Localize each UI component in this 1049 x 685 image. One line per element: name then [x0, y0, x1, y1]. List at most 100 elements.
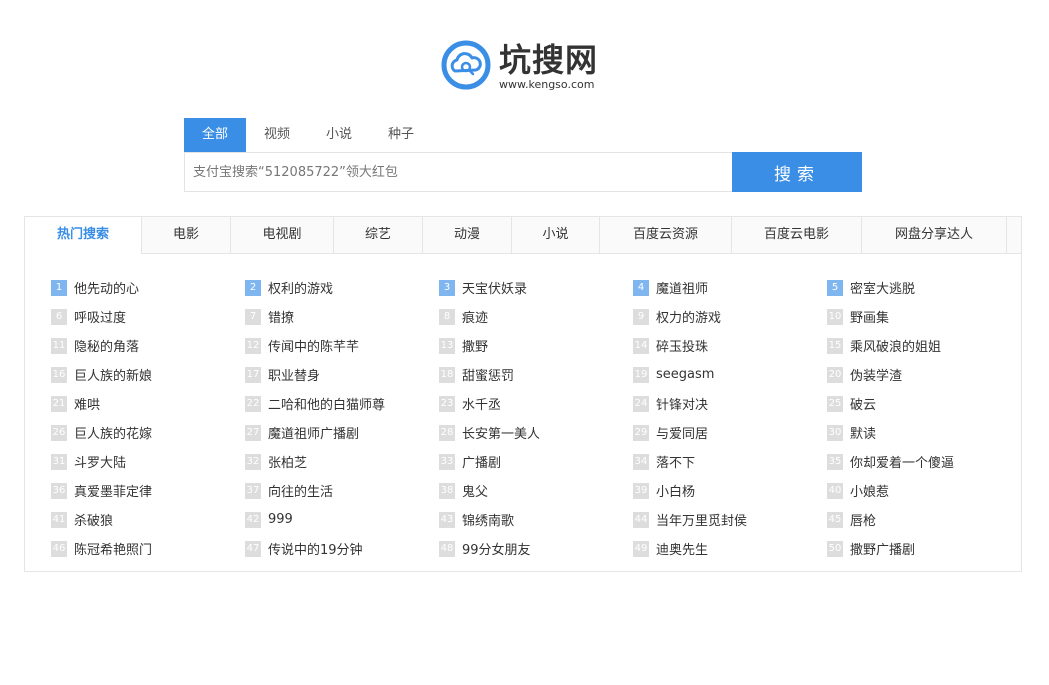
tab-variety[interactable]: 综艺: [334, 217, 423, 253]
rank-badge: 19: [633, 366, 649, 383]
tab-tv-series[interactable]: 电视剧: [231, 217, 334, 253]
hot-search-item[interactable]: 27 魔道祖师广播剧: [245, 418, 439, 447]
search-tab-video[interactable]: 视频: [246, 118, 308, 152]
tab-movie[interactable]: 电影: [142, 217, 231, 253]
hot-search-item[interactable]: 15 乘风破浪的姐姐: [827, 331, 1021, 360]
hot-search-item[interactable]: 1 他先动的心: [51, 273, 245, 302]
hot-search-item[interactable]: 25 破云: [827, 389, 1021, 418]
hot-search-item[interactable]: 16 巨人族的新娘: [51, 360, 245, 389]
search-input[interactable]: [184, 152, 732, 192]
hot-search-item[interactable]: 4 魔道祖师: [633, 273, 827, 302]
hot-search-label: 长安第一美人: [462, 427, 541, 442]
hot-search-item[interactable]: 9 权力的游戏: [633, 302, 827, 331]
rank-badge: 34: [633, 453, 649, 470]
hot-search-item[interactable]: 31 斗罗大陆: [51, 447, 245, 476]
hot-search-label: 错撩: [268, 311, 295, 326]
hot-search-item[interactable]: 43 锦绣南歌: [439, 505, 633, 534]
hot-search-item[interactable]: 40 小娘惹: [827, 476, 1021, 505]
hot-search-item[interactable]: 10 野画集: [827, 302, 1021, 331]
hot-search-item[interactable]: 29 与爱同居: [633, 418, 827, 447]
hot-search-label: 真爱墨菲定律: [74, 485, 153, 500]
hot-search-label: 针锋对决: [656, 398, 709, 413]
rank-badge: 13: [439, 337, 455, 354]
hot-search-item[interactable]: 21 难哄: [51, 389, 245, 418]
tab-baidu-cloud-resources[interactable]: 百度云资源: [600, 217, 732, 253]
rank-badge: 31: [51, 453, 67, 470]
hot-search-item[interactable]: 3 天宝伏妖录: [439, 273, 633, 302]
hot-search-item[interactable]: 18 甜蜜惩罚: [439, 360, 633, 389]
hot-search-item[interactable]: 46 陈冠希艳照门: [51, 534, 245, 563]
hot-search-item[interactable]: 12 传闻中的陈芊芊: [245, 331, 439, 360]
hot-search-label: 与爱同居: [656, 427, 709, 442]
hot-search-item[interactable]: 34 落不下: [633, 447, 827, 476]
hot-search-item[interactable]: 5 密室大逃脱: [827, 273, 1021, 302]
hot-search-item[interactable]: 35 你却爱着一个傻逼: [827, 447, 1021, 476]
hot-search-item[interactable]: 32 张柏芝: [245, 447, 439, 476]
hot-search-item[interactable]: 26 巨人族的花嫁: [51, 418, 245, 447]
hot-search-item[interactable]: 37 向往的生活: [245, 476, 439, 505]
hot-search-label: 迪奥先生: [656, 543, 709, 558]
hot-search-item[interactable]: 47 传说中的19分钟: [245, 534, 439, 563]
hot-search-label: 碎玉投珠: [656, 340, 709, 355]
hot-search-label: 鬼父: [462, 485, 489, 500]
hot-search-label: 撒野: [462, 340, 489, 355]
rank-badge: 14: [633, 337, 649, 354]
hot-search-item[interactable]: 30 默读: [827, 418, 1021, 447]
search-button[interactable]: 搜索: [732, 152, 862, 192]
rank-badge: 38: [439, 482, 455, 499]
hot-search-item[interactable]: 14 碎玉投珠: [633, 331, 827, 360]
hot-search-item[interactable]: 20 伪装学渣: [827, 360, 1021, 389]
tab-novel[interactable]: 小说: [512, 217, 600, 253]
hot-search-item[interactable]: 39 小白杨: [633, 476, 827, 505]
rank-badge: 10: [827, 308, 843, 325]
hot-search-item[interactable]: 44 当年万里觅封侯: [633, 505, 827, 534]
hot-search-item[interactable]: 41 杀破狼: [51, 505, 245, 534]
tab-baidu-cloud-movies[interactable]: 百度云电影: [732, 217, 862, 253]
hot-search-item[interactable]: 6 呼吸过度: [51, 302, 245, 331]
hot-search-item[interactable]: 7 错撩: [245, 302, 439, 331]
rank-badge: 50: [827, 540, 843, 557]
hot-search-item[interactable]: 36 真爱墨菲定律: [51, 476, 245, 505]
hot-search-item[interactable]: 17 职业替身: [245, 360, 439, 389]
rank-badge: 33: [439, 453, 455, 470]
rank-badge: 42: [245, 511, 261, 528]
tab-anime[interactable]: 动漫: [423, 217, 512, 253]
search-tab-novel[interactable]: 小说: [308, 118, 370, 152]
hot-search-item[interactable]: 45 唇枪: [827, 505, 1021, 534]
tab-hot-search[interactable]: 热门搜索: [25, 217, 142, 254]
hot-search-label: 水千丞: [462, 398, 502, 413]
hot-search-label: 伪装学渣: [850, 369, 903, 384]
hot-search-label: 默读: [850, 427, 877, 442]
hot-search-item[interactable]: 13 撒野: [439, 331, 633, 360]
hot-search-item[interactable]: 23 水千丞: [439, 389, 633, 418]
hot-search-item[interactable]: 33 广播剧: [439, 447, 633, 476]
hot-search-item[interactable]: 48 99分女朋友: [439, 534, 633, 563]
hot-search-item[interactable]: 22 二哈和他的白猫师尊: [245, 389, 439, 418]
hot-search-item[interactable]: 24 针锋对决: [633, 389, 827, 418]
hot-search-label: 传说中的19分钟: [268, 543, 363, 558]
hot-search-label: 杀破狼: [74, 514, 114, 529]
hot-search-item[interactable]: 50 撒野广播剧: [827, 534, 1021, 563]
rank-badge: 30: [827, 424, 843, 441]
hot-search-item[interactable]: 19 seegasm: [633, 360, 827, 389]
search-tab-torrent[interactable]: 种子: [370, 118, 432, 152]
hot-search-label: 巨人族的花嫁: [74, 427, 153, 442]
hot-search-label: 职业替身: [268, 369, 321, 384]
hot-search-label: 乘风破浪的姐姐: [850, 340, 942, 355]
hot-search-item[interactable]: 2 权利的游戏: [245, 273, 439, 302]
site-logo[interactable]: 坑搜网 www.kengso.com: [441, 40, 598, 98]
search-box: 搜索: [184, 152, 862, 192]
hot-search-label: 天宝伏妖录: [462, 282, 528, 297]
hot-search-label: 痕迹: [462, 311, 489, 326]
hot-search-item[interactable]: 49 迪奥先生: [633, 534, 827, 563]
hot-search-item[interactable]: 28 长安第一美人: [439, 418, 633, 447]
hot-search-item[interactable]: 38 鬼父: [439, 476, 633, 505]
rank-badge: 16: [51, 366, 67, 383]
hot-search-item[interactable]: 42 999: [245, 505, 439, 534]
tab-netdisk-sharers[interactable]: 网盘分享达人: [862, 217, 1007, 253]
search-tab-all[interactable]: 全部: [184, 118, 247, 152]
hot-search-item[interactable]: 8 痕迹: [439, 302, 633, 331]
rank-badge: 40: [827, 482, 843, 499]
hot-search-item[interactable]: 11 隐秘的角落: [51, 331, 245, 360]
rank-badge: 17: [245, 366, 261, 383]
